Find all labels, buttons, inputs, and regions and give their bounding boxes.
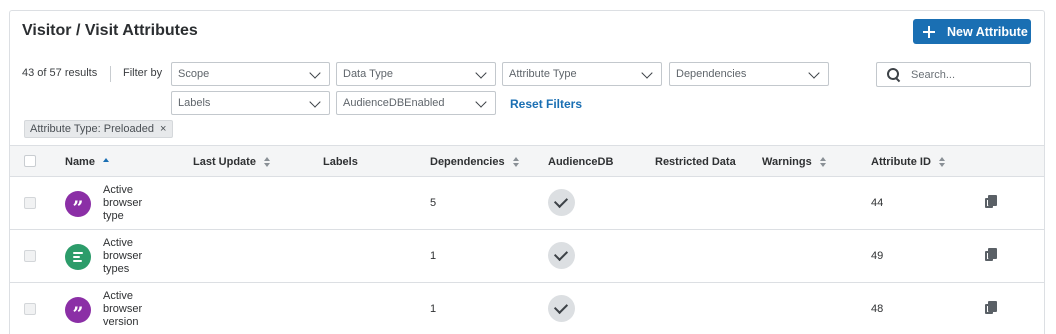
check-icon xyxy=(548,295,575,322)
name-line: browser xyxy=(103,303,143,315)
name-line: Active xyxy=(103,237,133,249)
column-labels: Labels xyxy=(323,156,358,168)
attribute-id-value: 44 xyxy=(871,197,884,209)
new-attribute-button[interactable]: New Attribute xyxy=(913,19,1031,44)
column-name[interactable]: Name xyxy=(65,156,109,168)
quote-icon: ” xyxy=(65,191,91,219)
select-all-checkbox[interactable] xyxy=(24,155,36,167)
name-line: types xyxy=(103,263,130,275)
scope-filter-label: Scope xyxy=(178,68,210,80)
audiencedb-filter[interactable]: AudienceDBEnabled xyxy=(336,91,496,115)
chevron-down-icon xyxy=(641,67,653,79)
data-type-filter[interactable]: Data Type xyxy=(336,62,496,86)
labels-filter[interactable]: Labels xyxy=(171,91,330,115)
sort-icon xyxy=(819,157,827,167)
chevron-down-icon xyxy=(309,96,321,108)
dependencies-value: 5 xyxy=(430,197,437,209)
sort-icon xyxy=(512,157,520,167)
column-dependencies-label: Dependencies xyxy=(430,156,505,168)
chevron-down-icon xyxy=(475,67,487,79)
attribute-id-value: 49 xyxy=(871,250,884,262)
active-filter-chip: Attribute Type: Preloaded × xyxy=(24,120,174,138)
name-line: version xyxy=(103,316,139,328)
table-header: Name Last Update Labels Dependencies Aud… xyxy=(10,145,1044,177)
text-lines-icon xyxy=(65,244,91,270)
search-icon xyxy=(887,67,901,82)
filter-by-label: Filter by xyxy=(123,67,163,79)
attribute-name[interactable]: Active browser types xyxy=(103,237,173,276)
row-checkbox[interactable] xyxy=(24,197,36,209)
sort-icon xyxy=(263,157,271,167)
labels-filter-label: Labels xyxy=(178,97,211,109)
plus-icon xyxy=(923,25,935,38)
audiencedb-filter-label: AudienceDBEnabled xyxy=(343,97,445,109)
column-restricted-data: Restricted Data xyxy=(655,156,736,168)
copy-icon[interactable] xyxy=(985,195,998,209)
sort-ascending-icon xyxy=(102,158,109,162)
column-audiencedb-label: AudienceDB xyxy=(548,156,614,168)
chevron-down-icon xyxy=(475,96,487,108)
data-type-filter-label: Data Type xyxy=(343,68,393,80)
search-placeholder: Search... xyxy=(911,68,956,81)
attributes-panel: Visitor / Visit Attributes New Attribute… xyxy=(9,10,1045,334)
column-last-update[interactable]: Last Update xyxy=(193,156,271,168)
results-count: 43 of 57 results xyxy=(22,67,98,79)
name-line: Active xyxy=(103,184,133,196)
chevron-down-icon xyxy=(309,67,321,79)
quote-icon: ” xyxy=(65,297,91,325)
dependencies-filter[interactable]: Dependencies xyxy=(669,62,829,86)
row-checkbox[interactable] xyxy=(24,303,36,315)
attribute-name[interactable]: Active browser version xyxy=(103,290,173,329)
attribute-type-filter[interactable]: Attribute Type xyxy=(502,62,662,86)
page-title: Visitor / Visit Attributes xyxy=(22,22,198,39)
column-warnings-label: Warnings xyxy=(762,156,812,168)
attribute-name[interactable]: Active browser type xyxy=(103,184,173,223)
column-name-label: Name xyxy=(65,156,95,168)
chevron-down-icon xyxy=(808,67,820,79)
attribute-type-filter-label: Attribute Type xyxy=(509,68,577,80)
column-restricted-data-label: Restricted Data xyxy=(655,156,736,168)
name-line: type xyxy=(103,210,124,222)
dependencies-value: 1 xyxy=(430,250,437,262)
check-icon xyxy=(548,189,575,216)
divider xyxy=(110,66,111,82)
name-line: Active xyxy=(103,290,133,302)
column-labels-label: Labels xyxy=(323,156,358,168)
dependencies-value: 1 xyxy=(430,303,437,315)
column-dependencies[interactable]: Dependencies xyxy=(430,156,520,168)
scope-filter[interactable]: Scope xyxy=(171,62,330,86)
active-filter-label: Attribute Type: Preloaded xyxy=(30,123,154,135)
close-icon[interactable]: × xyxy=(160,123,166,135)
check-icon xyxy=(548,242,575,269)
dependencies-filter-label: Dependencies xyxy=(676,68,747,80)
table-row[interactable]: Active browser types 1 49 xyxy=(10,230,1044,283)
reset-filters-link[interactable]: Reset Filters xyxy=(510,97,582,111)
copy-icon[interactable] xyxy=(985,248,998,262)
copy-icon[interactable] xyxy=(985,301,998,315)
column-warnings[interactable]: Warnings xyxy=(762,156,827,168)
sort-icon xyxy=(938,157,946,167)
name-line: browser xyxy=(103,197,143,209)
name-line: browser xyxy=(103,250,143,262)
new-attribute-label: New Attribute xyxy=(947,24,1028,39)
column-attribute-id[interactable]: Attribute ID xyxy=(871,156,946,168)
attribute-id-value: 48 xyxy=(871,303,884,315)
table-row[interactable]: ” Active browser type 5 44 xyxy=(10,177,1044,230)
row-checkbox[interactable] xyxy=(24,250,36,262)
table-row[interactable]: ” Active browser version 1 48 xyxy=(10,283,1044,334)
column-attribute-id-label: Attribute ID xyxy=(871,156,931,168)
search-input[interactable]: Search... xyxy=(876,62,1031,87)
column-audiencedb: AudienceDB xyxy=(548,156,613,168)
column-last-update-label: Last Update xyxy=(193,156,256,168)
